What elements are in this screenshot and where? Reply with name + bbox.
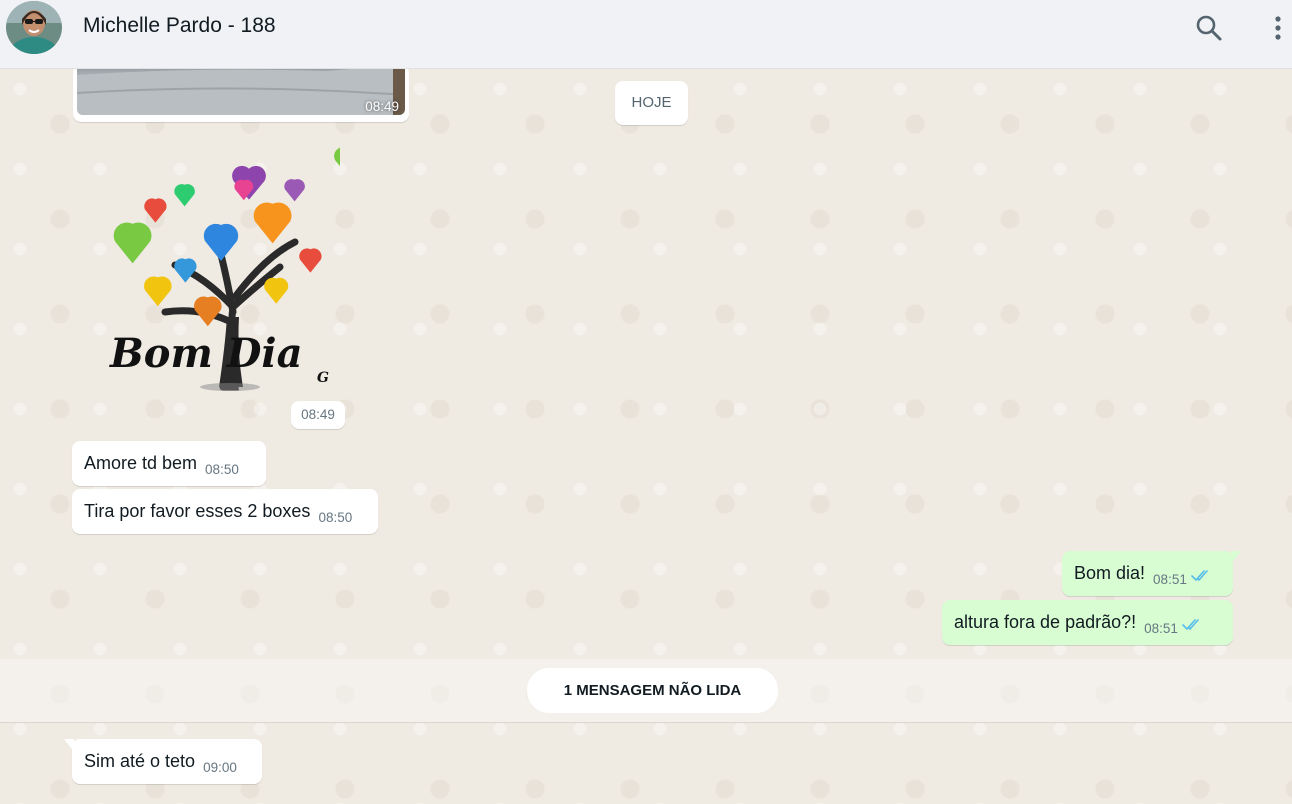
message-time: 09:00: [203, 760, 237, 775]
unread-divider: 1 MENSAGEM NÃO LIDA: [0, 659, 1292, 723]
outgoing-message[interactable]: Bom dia! 08:51: [1062, 551, 1241, 596]
message-text: Bom dia!: [1074, 563, 1146, 583]
incoming-message[interactable]: Tira por favor esses 2 boxes 08:50: [72, 489, 378, 534]
message-text: Tira por favor esses 2 boxes: [84, 501, 311, 521]
sticker-text: Bom Dia: [109, 330, 303, 377]
sticker-time: 08:49: [291, 401, 345, 429]
more-vertical-icon[interactable]: [1270, 14, 1286, 47]
outgoing-message[interactable]: altura fora de padrão?! 08:51: [942, 600, 1233, 645]
contact-avatar[interactable]: [6, 1, 62, 54]
message-text: Amore td bem: [84, 453, 198, 473]
message-text: Sim até o teto: [84, 751, 196, 771]
message-text: altura fora de padrão?!: [954, 612, 1137, 632]
contact-name[interactable]: Michelle Pardo - 188: [83, 14, 276, 38]
image-message[interactable]: 08:49: [73, 69, 409, 122]
message-time: 08:50: [205, 462, 239, 477]
sticker-signature: G: [317, 370, 329, 386]
chat-panel[interactable]: 08:49 HOJE Bom Dia G 08:49 Amore td bem …: [0, 69, 1292, 804]
double-check-icon: [1191, 555, 1213, 600]
search-icon[interactable]: [1195, 14, 1223, 47]
incoming-message[interactable]: Amore td bem 08:50: [72, 441, 266, 486]
message-time: 08:49: [365, 99, 399, 114]
chat-header: Michelle Pardo - 188: [0, 0, 1292, 69]
message-time: 08:51: [1153, 572, 1187, 587]
incoming-message[interactable]: Sim até o teto 09:00: [64, 739, 262, 784]
message-time: 08:50: [318, 510, 353, 525]
message-photo[interactable]: [77, 69, 405, 115]
bubble-tail: [1231, 551, 1241, 564]
date-divider: HOJE: [615, 81, 688, 125]
bubble-tail: [64, 739, 74, 752]
message-time: 08:51: [1144, 621, 1178, 636]
unread-count-label: 1 MENSAGEM NÃO LIDA: [527, 668, 778, 713]
double-check-icon: [1182, 604, 1204, 649]
sticker-message[interactable]: Bom Dia G: [105, 147, 360, 392]
